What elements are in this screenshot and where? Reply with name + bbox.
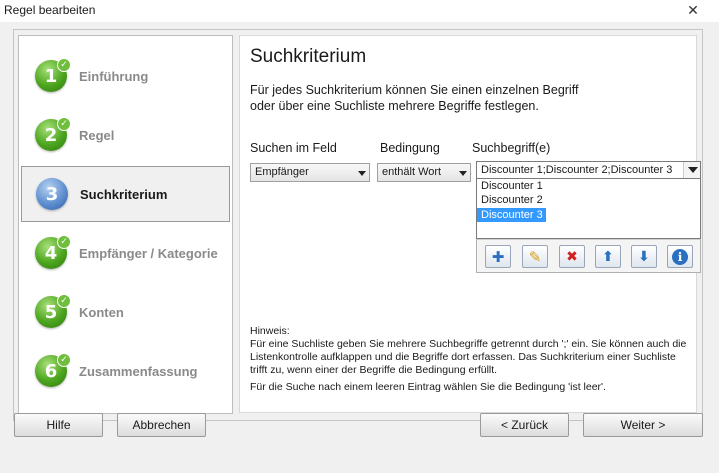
window-title: Regel bearbeiten: [4, 3, 96, 17]
green-circle-1-icon: 1 ✓: [35, 58, 71, 92]
edit-icon: ✎: [528, 248, 542, 266]
wizard-steps-panel: 1 ✓ Einführung 2 ✓ Regel 3 Suchkriterium 4…: [18, 35, 233, 414]
chevron-down-icon: [358, 171, 366, 176]
help-button[interactable]: Hilfe: [14, 413, 103, 437]
step-konten[interactable]: 5 ✓ Konten: [21, 284, 230, 340]
check-icon: ✓: [57, 235, 71, 249]
field-select[interactable]: Empfänger: [250, 163, 370, 182]
check-icon: ✓: [57, 353, 71, 367]
blue-circle-3-icon: 3: [36, 178, 68, 210]
delete-icon: ✖: [566, 248, 578, 264]
check-icon: ✓: [57, 58, 71, 72]
step-label: Empfänger / Kategorie: [79, 245, 218, 261]
info-icon: ℹ: [672, 248, 688, 265]
step-label: Einführung: [79, 68, 149, 84]
close-icon: ✕: [687, 1, 699, 18]
delete-term-button[interactable]: ✖: [559, 245, 585, 268]
step-label: Zusammenfassung: [79, 363, 198, 379]
step-regel[interactable]: 2 ✓ Regel: [21, 107, 230, 163]
title-bar: Regel bearbeiten ✕: [0, 0, 719, 22]
step-suchkriterium[interactable]: 3 Suchkriterium: [21, 166, 230, 222]
description: Für jedes Suchkriterium können Sie einen…: [250, 83, 579, 113]
move-up-button[interactable]: ⬆: [595, 245, 621, 268]
green-circle-6-icon: 6 ✓: [35, 353, 71, 387]
check-icon: ✓: [57, 294, 71, 308]
close-button[interactable]: ✕: [670, 0, 716, 20]
step-label: Regel: [79, 127, 115, 143]
next-button[interactable]: Weiter >: [583, 413, 703, 437]
green-circle-4-icon: 4 ✓: [35, 235, 71, 269]
step-einfuehrung[interactable]: 1 ✓ Einführung: [21, 48, 230, 104]
add-term-button[interactable]: ✚: [485, 245, 511, 268]
condition-select[interactable]: enthält Wort: [377, 163, 471, 182]
edit-term-button[interactable]: ✎: [522, 245, 548, 268]
terms-input[interactable]: Discounter 1;Discounter 2;Discounter 3: [476, 161, 701, 179]
hint-text: Hinweis: Für eine Suchliste geben Sie me…: [250, 325, 687, 393]
cancel-button[interactable]: Abbrechen: [117, 413, 206, 437]
step-empfaenger-kategorie[interactable]: 4 ✓ Empfänger / Kategorie: [21, 225, 230, 281]
step-label: Suchkriterium: [80, 186, 168, 202]
step-label: Konten: [79, 304, 124, 320]
list-item[interactable]: Discounter 2: [477, 193, 700, 207]
list-item-selected[interactable]: Discounter 3: [477, 208, 546, 222]
move-down-button[interactable]: ⬇: [631, 245, 657, 268]
chevron-down-icon: [688, 167, 698, 173]
condition-label: Bedingung: [380, 141, 440, 155]
add-icon: ✚: [491, 248, 505, 266]
back-button[interactable]: < Zurück: [480, 413, 569, 437]
terms-list: Discounter 1 Discounter 2 Discounter 3: [476, 179, 701, 239]
move-down-icon: ⬇: [638, 248, 650, 264]
content-panel: Suchkriterium Für jedes Suchkriterium kö…: [239, 35, 701, 413]
move-up-icon: ⬆: [602, 248, 614, 264]
list-item[interactable]: Discounter 1: [477, 179, 700, 193]
green-circle-2-icon: 2 ✓: [35, 117, 71, 151]
green-circle-5-icon: 5 ✓: [35, 294, 71, 328]
terms-dropdown-button[interactable]: [683, 162, 700, 178]
step-zusammenfassung[interactable]: 6 ✓ Zusammenfassung: [21, 343, 230, 399]
chevron-down-icon: [459, 171, 467, 176]
check-icon: ✓: [57, 117, 71, 131]
info-button[interactable]: ℹ: [667, 245, 693, 268]
field-label: Suchen im Feld: [250, 141, 337, 155]
terms-label: Suchbegriff(e): [472, 141, 551, 155]
page-title: Suchkriterium: [250, 46, 367, 67]
terms-toolbar: ✚ ✎ ✖ ⬆ ⬇ ℹ: [476, 239, 701, 273]
